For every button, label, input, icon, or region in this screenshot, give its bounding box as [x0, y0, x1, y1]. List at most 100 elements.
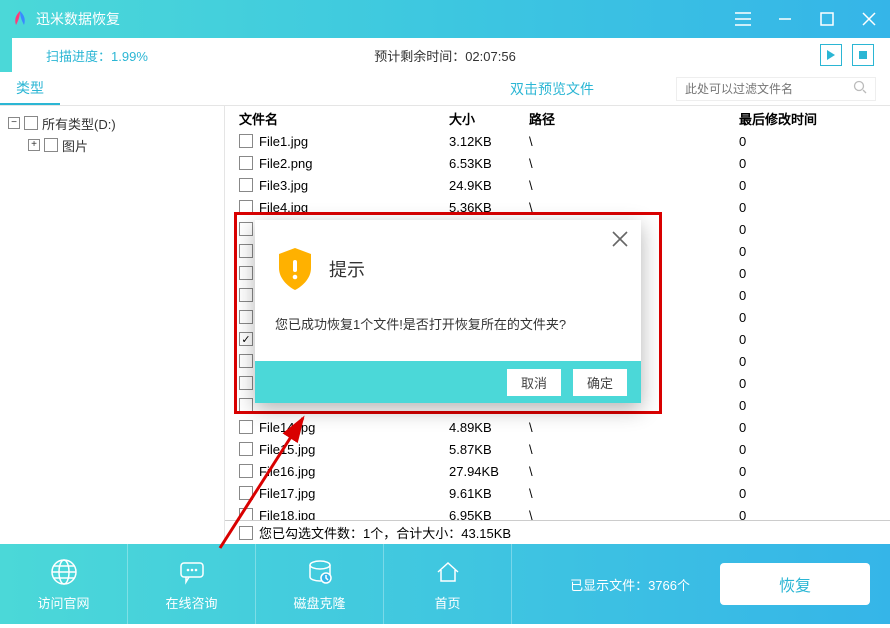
cell-size: 9.61KB — [449, 486, 529, 501]
cell-name: File17.jpg — [259, 486, 449, 501]
dialog-footer: 取消 确定 — [255, 361, 641, 403]
close-button[interactable] — [858, 8, 880, 30]
row-checkbox[interactable] — [239, 420, 253, 434]
cell-name: File4.jpg — [259, 200, 449, 215]
row-checkbox[interactable] — [239, 200, 253, 214]
cell-size: 6.95KB — [449, 508, 529, 521]
titlebar: 迅米数据恢复 — [0, 0, 890, 38]
table-row[interactable]: File1.jpg3.12KB\0 — [225, 130, 890, 152]
expand-icon[interactable]: − — [8, 117, 20, 129]
tree-checkbox[interactable] — [24, 116, 38, 130]
row-checkbox[interactable] — [239, 354, 253, 368]
row-checkbox[interactable] — [239, 486, 253, 500]
dialog-body: 提示 您已成功恢复1个文件!是否打开恢复所在的文件夹? — [255, 220, 641, 361]
cell-path: \ — [529, 178, 739, 193]
cell-date: 0 — [739, 178, 890, 193]
col-path[interactable]: 路径 — [529, 109, 739, 128]
row-checkbox[interactable] — [239, 222, 253, 236]
row-checkbox[interactable] — [239, 376, 253, 390]
tree-child[interactable]: + 图片 — [28, 134, 216, 156]
row-checkbox[interactable] — [239, 266, 253, 280]
tool-home[interactable]: 首页 — [384, 544, 512, 624]
window-controls — [732, 8, 880, 30]
scan-progress: 扫描进度：1.99% — [46, 46, 148, 65]
expand-icon[interactable]: + — [28, 139, 40, 151]
row-checkbox[interactable] — [239, 310, 253, 324]
cell-path: \ — [529, 486, 739, 501]
play-button[interactable] — [820, 44, 842, 66]
ok-button[interactable]: 确定 — [573, 369, 627, 396]
cell-date: 0 — [739, 442, 890, 457]
table-row[interactable]: File14.jpg4.89KB\0 — [225, 416, 890, 438]
row-checkbox[interactable] — [239, 134, 253, 148]
tool-chat[interactable]: 在线咨询 — [128, 544, 256, 624]
table-row[interactable]: File16.jpg27.94KB\0 — [225, 460, 890, 482]
tree-checkbox[interactable] — [44, 138, 58, 152]
table-row[interactable]: File4.jpg5.36KB\0 — [225, 196, 890, 218]
search-box[interactable] — [676, 77, 876, 101]
cell-date: 0 — [739, 134, 890, 149]
tool-label: 首页 — [434, 593, 460, 612]
globe-icon — [49, 557, 79, 587]
col-name[interactable]: 文件名 — [239, 109, 449, 128]
tab-type[interactable]: 类型 — [0, 72, 60, 105]
row-checkbox[interactable]: ✓ — [239, 332, 253, 346]
recover-button[interactable]: 恢复 — [720, 563, 870, 605]
cell-date: 0 — [739, 310, 890, 325]
row-checkbox[interactable] — [239, 464, 253, 478]
dialog-close-button[interactable] — [611, 230, 629, 253]
shield-icon — [275, 246, 315, 292]
cell-name: File14.jpg — [259, 420, 449, 435]
row-checkbox[interactable] — [239, 508, 253, 520]
disk-icon — [305, 557, 335, 587]
row-checkbox[interactable] — [239, 398, 253, 412]
col-date[interactable]: 最后修改时间 — [739, 109, 890, 128]
col-size[interactable]: 大小 — [449, 109, 529, 128]
dialog: 提示 您已成功恢复1个文件!是否打开恢复所在的文件夹? 取消 确定 — [255, 220, 641, 403]
menu-button[interactable] — [732, 8, 754, 30]
dialog-message: 您已成功恢复1个文件!是否打开恢复所在的文件夹? — [275, 314, 621, 333]
row-checkbox[interactable] — [239, 178, 253, 192]
logo-icon — [10, 9, 30, 29]
maximize-button[interactable] — [816, 8, 838, 30]
summary-text: 您已勾选文件数：1个，合计大小：43.15KB — [259, 523, 511, 542]
column-headers: 文件名 大小 路径 最后修改时间 — [225, 106, 890, 130]
cell-size: 6.53KB — [449, 156, 529, 171]
tree-root[interactable]: − 所有类型(D:) — [8, 112, 216, 134]
row-checkbox[interactable] — [239, 156, 253, 170]
cell-size: 24.9KB — [449, 178, 529, 193]
tool-label: 磁盘克隆 — [293, 593, 345, 612]
cell-date: 0 — [739, 464, 890, 479]
search-icon[interactable] — [853, 80, 867, 97]
progress-bar: 扫描进度：1.99% 预计剩余时间：02:07:56 — [0, 38, 890, 72]
chat-icon — [177, 557, 207, 587]
cancel-button[interactable]: 取消 — [507, 369, 561, 396]
cell-path: \ — [529, 420, 739, 435]
stop-button[interactable] — [852, 44, 874, 66]
search-input[interactable] — [685, 82, 853, 96]
table-row[interactable]: File18.jpg6.95KB\0 — [225, 504, 890, 520]
row-checkbox[interactable] — [239, 244, 253, 258]
cell-name: File15.jpg — [259, 442, 449, 457]
cell-date: 0 — [739, 508, 890, 521]
cell-date: 0 — [739, 376, 890, 391]
row-checkbox[interactable] — [239, 442, 253, 456]
select-all-checkbox[interactable] — [239, 526, 253, 540]
tool-clone[interactable]: 磁盘克隆 — [256, 544, 384, 624]
cell-date: 0 — [739, 398, 890, 413]
row-checkbox[interactable] — [239, 288, 253, 302]
tree-child-label: 图片 — [62, 136, 88, 155]
filter-row: 类型 双击预览文件 — [0, 72, 890, 106]
minimize-button[interactable] — [774, 8, 796, 30]
table-row[interactable]: File15.jpg5.87KB\0 — [225, 438, 890, 460]
summary-row: 您已勾选文件数：1个，合计大小：43.15KB — [225, 520, 890, 544]
table-row[interactable]: File2.png6.53KB\0 — [225, 152, 890, 174]
table-row[interactable]: File3.jpg24.9KB\0 — [225, 174, 890, 196]
table-row[interactable]: File17.jpg9.61KB\0 — [225, 482, 890, 504]
cell-path: \ — [529, 464, 739, 479]
tool-website[interactable]: 访问官网 — [0, 544, 128, 624]
cell-name: File16.jpg — [259, 464, 449, 479]
preview-hint: 双击预览文件 — [510, 79, 594, 99]
app-title: 迅米数据恢复 — [36, 9, 120, 29]
cell-size: 5.87KB — [449, 442, 529, 457]
